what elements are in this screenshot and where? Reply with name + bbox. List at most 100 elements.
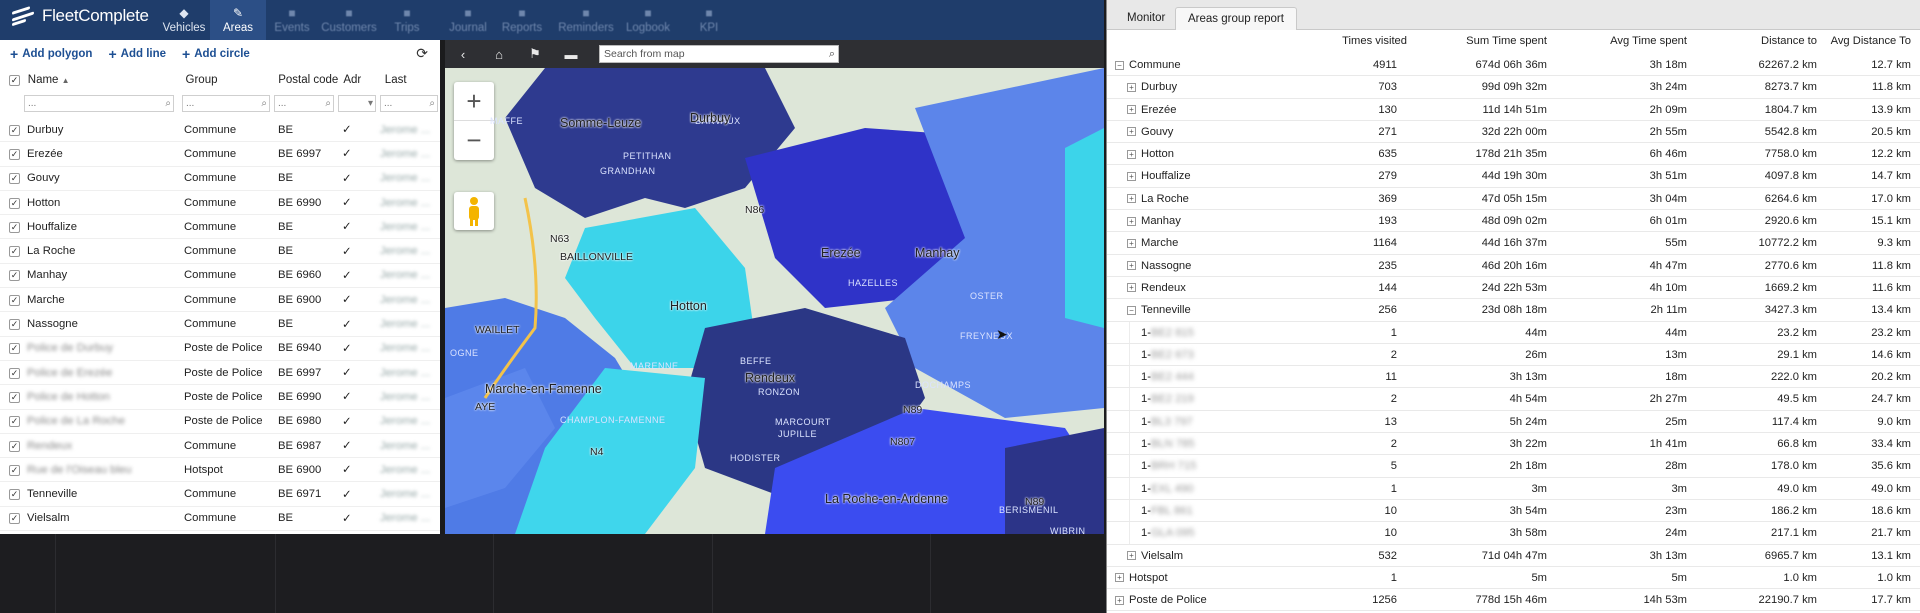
- column-postal-header[interactable]: Postal code: [274, 68, 339, 92]
- expand-icon[interactable]: +: [1127, 149, 1136, 159]
- column-distance-header[interactable]: Distance to: [1687, 35, 1817, 47]
- report-row[interactable]: + Erezée 130 11d 14h 51m 2h 09m 1804.7 km 13.9…: [1107, 99, 1920, 121]
- report-row[interactable]: + Rendeux 144 24d 22h 53m 4h 10m 1669.2 km 11.…: [1107, 277, 1920, 300]
- report-row[interactable]: + Hotspot 1 5m 5m 1.0 km 1.0 km: [1107, 567, 1920, 590]
- row-checkbox[interactable]: ✓: [0, 269, 22, 282]
- name-filter-input[interactable]: ... ⌕: [24, 95, 174, 112]
- row-checkbox[interactable]: ✓: [0, 440, 22, 452]
- report-row[interactable]: + Nassogne 235 46d 20h 16m 4h 47m 2770.6 km 11…: [1107, 255, 1920, 277]
- group-filter-input[interactable]: ... ⌕: [182, 95, 270, 112]
- tab-areas-group-report[interactable]: Areas group report: [1175, 7, 1297, 30]
- table-row[interactable]: ✓ Erezée Commune BE 6997 ✓ Jerome ...: [0, 142, 440, 167]
- expand-icon[interactable]: +: [1127, 283, 1136, 293]
- table-row[interactable]: ✓ Rue de l'Oiseau bleu Hotspot BE 6900 ✓ Jero…: [0, 458, 440, 483]
- table-row[interactable]: ✓ Tenneville Commune BE 6971 ✓ Jerome ...: [0, 482, 440, 507]
- row-checkbox[interactable]: ✓: [0, 148, 22, 160]
- table-row[interactable]: ✓ Police de Hotton Poste de Police BE 6990 ✓…: [0, 385, 440, 410]
- report-row[interactable]: + La Roche 369 47d 05h 15m 3h 04m 6264.6 km 17…: [1107, 188, 1920, 211]
- add-polygon-button[interactable]: + Add polygon: [10, 46, 92, 62]
- column-avg-distance-header[interactable]: Avg Distance To: [1817, 35, 1911, 47]
- nav-item-customers[interactable]: ■ Customers: [318, 0, 380, 40]
- expand-icon[interactable]: +: [1127, 171, 1136, 181]
- column-group-header[interactable]: Group: [182, 68, 275, 92]
- table-row[interactable]: ✓ Nassogne Commune BE ✓ Jerome ...: [0, 312, 440, 337]
- row-checkbox[interactable]: ✓: [0, 197, 22, 209]
- expand-icon[interactable]: +: [1127, 238, 1136, 248]
- report-row[interactable]: 1- BRH 715 5 2h 18m 28m 178.0 km 35.6 km: [1107, 455, 1920, 478]
- column-times-visited-header[interactable]: Times visited: [1257, 35, 1407, 47]
- nav-item-reports[interactable]: ■ Reports: [494, 0, 550, 40]
- nav-item-kpi[interactable]: ■ KPI: [681, 0, 737, 40]
- report-row[interactable]: 1- EXL 490 1 3m 3m 49.0 km 49.0 km: [1107, 477, 1920, 500]
- table-row[interactable]: ✓ Police de Erezée Poste de Police BE 6997 ✓…: [0, 361, 440, 386]
- row-checkbox[interactable]: ✓: [0, 512, 22, 525]
- expand-icon[interactable]: +: [1115, 573, 1124, 583]
- street-view-pegman-icon[interactable]: [454, 192, 494, 230]
- collapse-icon[interactable]: −: [1127, 305, 1136, 315]
- column-adr-header[interactable]: Adr: [339, 68, 380, 92]
- table-row[interactable]: ✓ Houffalize Commune BE ✓ Jerome ...: [0, 215, 440, 240]
- table-row[interactable]: ✓ Durbuy Commune BE ✓ Jerome ...: [0, 118, 440, 143]
- expand-icon[interactable]: +: [1127, 216, 1136, 226]
- column-avg-time-header[interactable]: Avg Time spent: [1547, 35, 1687, 47]
- table-row[interactable]: ✓ Hotton Commune BE 6990 ✓ Jerome ...: [0, 191, 440, 216]
- collapse-icon[interactable]: −: [1115, 60, 1124, 70]
- report-row[interactable]: 1- BE2 673 2 26m 13m 29.1 km 14.6 km: [1107, 343, 1920, 367]
- row-checkbox[interactable]: ✓: [0, 318, 22, 331]
- expand-icon[interactable]: +: [1127, 261, 1136, 271]
- nav-item-journal[interactable]: ■ Journal: [440, 0, 496, 40]
- report-row[interactable]: 1- BE2 444 11 3h 13m 18m 222.0 km 20.2 km: [1107, 366, 1920, 389]
- row-checkbox[interactable]: ✓: [0, 294, 22, 306]
- row-checkbox[interactable]: ✓: [0, 464, 22, 476]
- flag-icon[interactable]: ⚑: [517, 46, 553, 62]
- report-row[interactable]: 1- GLA 095 10 3h 58m 24m 217.1 km 21.7 km: [1107, 522, 1920, 545]
- row-checkbox[interactable]: ✓: [0, 124, 22, 136]
- column-sum-time-header[interactable]: Sum Time spent: [1407, 35, 1547, 47]
- nav-item-reminders[interactable]: ■ Reminders: [554, 0, 618, 40]
- expand-icon[interactable]: +: [1115, 595, 1124, 605]
- column-name-header[interactable]: Name ▲: [24, 68, 182, 92]
- report-row[interactable]: + Vielsalm 532 71d 04h 47m 3h 13m 6965.7 km 13…: [1107, 545, 1920, 567]
- expand-icon[interactable]: +: [1127, 127, 1136, 137]
- add-circle-button[interactable]: + Add circle: [182, 46, 250, 62]
- report-row[interactable]: + Durbuy 703 99d 09h 32m 3h 24m 8273.7 km 11.8…: [1107, 76, 1920, 99]
- report-row[interactable]: 1- BL3 797 13 5h 24m 25m 117.4 km 9.0 km: [1107, 410, 1920, 434]
- row-checkbox[interactable]: ✓: [0, 488, 22, 501]
- table-row[interactable]: ✓ La Roche Commune BE ✓ Jerome ...: [0, 239, 440, 264]
- expand-icon[interactable]: +: [1127, 551, 1136, 561]
- zoom-out-button[interactable]: −: [454, 121, 494, 160]
- map-search-input[interactable]: Search from map ⌕: [599, 45, 839, 63]
- table-row[interactable]: ✓ Marche Commune BE 6900 ✓ Jerome ...: [0, 288, 440, 313]
- report-row[interactable]: + Hotton 635 178d 21h 35m 6h 46m 7758.0 km 12.…: [1107, 143, 1920, 166]
- table-row[interactable]: ✓ Vielsalm Commune BE ✓ Jerome ...: [0, 507, 440, 532]
- home-icon[interactable]: ⌂: [481, 47, 517, 62]
- expand-icon[interactable]: +: [1127, 82, 1136, 92]
- nav-item-trips[interactable]: ■ Trips: [379, 0, 435, 40]
- report-row[interactable]: 1- FBL 861 10 3h 54m 23m 186.2 km 18.6 km: [1107, 499, 1920, 523]
- map-view[interactable]: ‹ ⌂ ⚑ ▬ Search from map ⌕ + − Somme-Leuze…: [445, 40, 1104, 534]
- report-row[interactable]: + Marche 1164 44d 16h 37m 55m 10772.2 km 9.3 k…: [1107, 232, 1920, 255]
- row-checkbox[interactable]: ✓: [0, 391, 22, 403]
- row-checkbox[interactable]: ✓: [0, 245, 22, 258]
- row-checkbox[interactable]: ✓: [0, 367, 22, 379]
- add-line-button[interactable]: + Add line: [108, 46, 166, 62]
- nav-item-vehicles[interactable]: ◆ Vehicles: [156, 0, 212, 40]
- report-row[interactable]: 1- BLN 785 2 3h 22m 1h 41m 66.8 km 33.4 km: [1107, 433, 1920, 456]
- table-row[interactable]: ✓ Police de La Roche Poste de Police BE 698…: [0, 410, 440, 434]
- postal-filter-input[interactable]: ... ⌕: [274, 95, 334, 112]
- zoom-in-button[interactable]: +: [454, 82, 494, 121]
- nav-item-areas[interactable]: ✎ Areas: [210, 0, 266, 40]
- report-row[interactable]: 1- BE2 219 2 4h 54m 2h 27m 49.5 km 24.7 km: [1107, 388, 1920, 411]
- nav-item-events[interactable]: ■ Events: [264, 0, 320, 40]
- report-row[interactable]: 1- BE2 815 1 44m 44m 23.2 km 23.2 km: [1107, 321, 1920, 344]
- report-row[interactable]: + Poste de Police 1256 778d 15h 46m 14h 53m 2…: [1107, 589, 1920, 612]
- report-row[interactable]: + Manhay 193 48d 09h 02m 6h 01m 2920.6 km 15.1…: [1107, 210, 1920, 233]
- chevron-left-icon[interactable]: ‹: [445, 47, 481, 62]
- truck-icon[interactable]: ▬: [553, 47, 589, 62]
- report-row[interactable]: + Gouvy 271 32d 22h 00m 2h 55m 5542.8 km 20.5 …: [1107, 121, 1920, 144]
- tab-monitor[interactable]: Monitor: [1115, 7, 1177, 30]
- refresh-icon[interactable]: ⟳: [416, 45, 428, 62]
- map-canvas[interactable]: [445, 68, 1104, 534]
- table-row[interactable]: ✓ Gouvy Commune BE ✓ Jerome ...: [0, 167, 440, 191]
- last-update-filter-input[interactable]: ... ⌕: [380, 95, 438, 112]
